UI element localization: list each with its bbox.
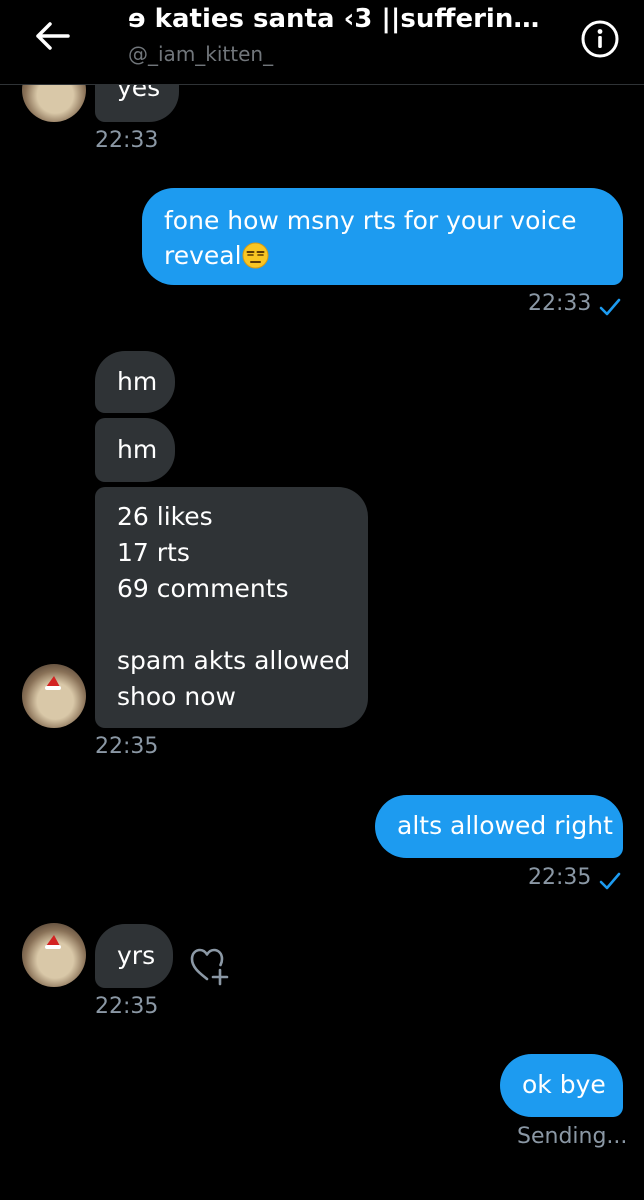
message-text-line: reveal bbox=[164, 238, 601, 273]
incoming-message-bubble[interactable]: 26 likes 17 rts 69 comments spam akts al… bbox=[95, 487, 368, 728]
outgoing-message-bubble[interactable]: fone how msny rts for your voice reveal bbox=[142, 188, 623, 285]
message-text-line: shoo now bbox=[117, 682, 236, 711]
message-text-line: 26 likes bbox=[117, 502, 213, 531]
add-reaction-heart-icon[interactable] bbox=[189, 946, 231, 986]
santa-hat-icon bbox=[45, 935, 61, 949]
message-text: hm bbox=[117, 367, 158, 396]
message-text-line: 17 rts bbox=[117, 538, 190, 567]
checkmark-icon bbox=[599, 298, 621, 316]
conversation-header: ɘ katies santa ‹3 ||sufferin… @_iam_kitt… bbox=[0, 0, 644, 85]
sending-status: Sending... bbox=[517, 1124, 628, 1149]
message-timestamp: 22:35 bbox=[95, 994, 159, 1019]
message-text-line: spam akts allowed bbox=[117, 646, 351, 675]
outgoing-message-bubble[interactable]: ok bye bbox=[500, 1054, 623, 1117]
checkmark-icon bbox=[599, 872, 621, 890]
message-timestamp: 22:33 bbox=[528, 291, 592, 316]
outgoing-message-bubble[interactable]: alts allowed right bbox=[375, 795, 623, 858]
back-arrow-icon[interactable] bbox=[30, 20, 72, 52]
message-timestamp: 22:35 bbox=[528, 865, 592, 890]
santa-hat-icon bbox=[45, 676, 61, 690]
message-text: ok bye bbox=[522, 1070, 606, 1099]
unamused-face-emoji-icon bbox=[242, 242, 269, 269]
message-text-line: 69 comments bbox=[117, 574, 289, 603]
conversation-title[interactable]: ɘ katies santa ‹3 ||sufferin… bbox=[128, 4, 548, 34]
message-text: hm bbox=[117, 435, 158, 464]
message-text: alts allowed right bbox=[397, 811, 613, 840]
message-timestamp: 22:33 bbox=[95, 128, 159, 153]
incoming-message-bubble[interactable]: yrs bbox=[95, 924, 173, 988]
message-text-line: fone how msny rts for your voice bbox=[164, 206, 577, 235]
conversation-handle[interactable]: @_iam_kitten_ bbox=[128, 42, 273, 66]
message-text-line bbox=[117, 607, 346, 643]
message-text: yrs bbox=[117, 941, 156, 970]
incoming-message-bubble[interactable]: hm bbox=[95, 418, 175, 482]
message-timestamp: 22:35 bbox=[95, 734, 159, 759]
incoming-message-bubble[interactable]: hm bbox=[95, 351, 175, 413]
info-icon[interactable] bbox=[580, 19, 620, 59]
